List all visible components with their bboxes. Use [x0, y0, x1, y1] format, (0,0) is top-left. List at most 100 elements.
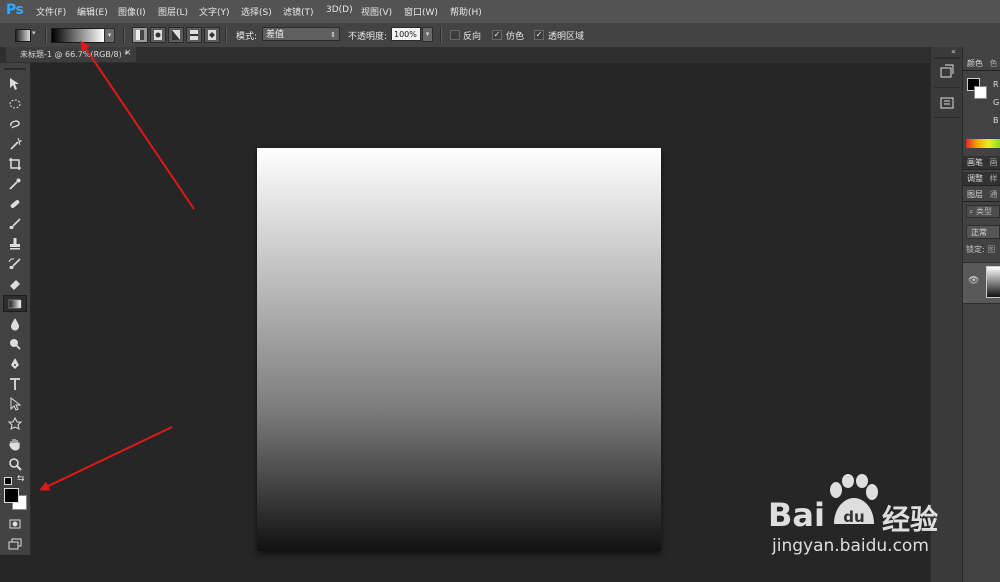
tab-brush-label: 画笔 — [967, 158, 983, 167]
layer-filter-label: 类型 — [976, 207, 993, 216]
move-tool-icon[interactable] — [3, 75, 27, 92]
document-canvas[interactable] — [257, 148, 661, 551]
opacity-dropdown-button[interactable]: ▾ — [422, 27, 433, 42]
marquee-tool-icon[interactable] — [3, 95, 27, 112]
eraser-tool-icon[interactable] — [3, 275, 27, 292]
menu-edit[interactable]: 编辑(E) — [77, 5, 108, 18]
zoom-tool-icon[interactable] — [3, 455, 27, 472]
options-bar: ▾ ▾ 模式: 差值 ⇕ 不透明度: 100% ▾ 反向 ✓ 仿色 ✓ 透明区域 — [0, 22, 1000, 48]
dither-label: 仿色 — [506, 32, 525, 42]
menu-view[interactable]: 视图(V) — [361, 5, 392, 18]
healing-brush-tool-icon[interactable] — [3, 195, 27, 212]
panel-background-swatch[interactable] — [974, 86, 987, 99]
tab-styles-label: 样 — [989, 174, 998, 183]
gradient-dropdown-button[interactable]: ▾ — [104, 28, 115, 43]
pen-tool-icon[interactable] — [3, 355, 27, 372]
lock-label: 锁定: — [966, 245, 985, 254]
annotation-arrow-gradient-picker — [80, 40, 195, 210]
tab-color[interactable]: 颜色 色 — [963, 57, 1000, 71]
linear-gradient-button[interactable] — [132, 27, 148, 43]
angle-gradient-button[interactable] — [168, 27, 184, 43]
tab-swatches-label: 色 — [989, 59, 998, 68]
menu-window[interactable]: 窗口(W) — [404, 5, 438, 18]
tab-color-label: 颜色 — [967, 59, 983, 68]
hand-tool-icon[interactable] — [3, 435, 27, 452]
blur-tool-icon[interactable] — [3, 315, 27, 332]
expand-panels-icon[interactable]: « — [951, 47, 956, 56]
eyedropper-tool-icon[interactable] — [3, 175, 27, 192]
crop-tool-icon[interactable] — [3, 155, 27, 172]
type-tool-icon[interactable] — [3, 375, 27, 392]
gradient-tool-icon[interactable] — [3, 295, 27, 312]
watermark-url: jingyan.baidu.com — [772, 536, 929, 556]
baidu-jingyan-watermark: Bai du 经验 jingyan.baidu.com — [768, 472, 988, 556]
color-spectrum-bar[interactable] — [966, 139, 1000, 148]
document-tab[interactable]: 未标题-1 @ 66.7%(RGB/8) * — [6, 47, 136, 62]
menu-type[interactable]: 文字(Y) — [199, 5, 230, 18]
menu-filter[interactable]: 滤镜(T) — [283, 5, 314, 18]
brush-tool-icon[interactable] — [3, 215, 27, 232]
radial-gradient-button[interactable] — [150, 27, 166, 43]
tab-channels-label: 通 — [989, 190, 998, 199]
chevron-updown-icon: ⇕ — [330, 31, 336, 39]
layer-blend-mode-select[interactable]: 正常 — [966, 225, 1000, 239]
tab-brush-presets-label: 画 — [989, 158, 998, 167]
menu-layer[interactable]: 图层(L) — [158, 5, 188, 18]
transparency-checkbox[interactable]: ✓ — [534, 30, 544, 40]
toolbox: ⇆ — [0, 63, 31, 555]
baidu-paw-icon: du — [830, 474, 878, 526]
tab-adjustments[interactable]: 调整 样 — [963, 172, 1000, 186]
menu-image[interactable]: 图像(I) — [118, 5, 146, 18]
watermark-bai-text: Bai — [768, 496, 825, 534]
blend-mode-select[interactable]: 差值 ⇕ — [262, 27, 340, 41]
opacity-input[interactable]: 100% — [391, 27, 421, 41]
opacity-label: 不透明度: — [348, 32, 388, 42]
color-b-label: B — [993, 116, 999, 125]
default-colors-icon[interactable] — [4, 477, 12, 485]
toolbox-grip — [4, 68, 26, 70]
chevron-down-icon[interactable]: ▾ — [32, 29, 36, 37]
reverse-checkbox[interactable] — [450, 30, 460, 40]
mode-label: 模式: — [236, 32, 258, 42]
color-r-label: R — [993, 80, 999, 89]
gradient-tool-preset-icon[interactable] — [15, 29, 31, 42]
eye-icon[interactable]: 👁 — [968, 276, 979, 286]
tab-layers-label: 图层 — [967, 190, 983, 199]
swap-colors-icon[interactable]: ⇆ — [17, 474, 25, 484]
reverse-label: 反向 — [463, 32, 482, 42]
screen-mode-icon[interactable] — [3, 535, 27, 552]
shape-tool-icon[interactable] — [3, 415, 27, 432]
history-panel-icon[interactable] — [939, 64, 955, 83]
lock-row: 锁定: 图 — [966, 244, 995, 255]
menu-select[interactable]: 选择(S) — [241, 5, 272, 18]
properties-panel-icon[interactable] — [939, 95, 955, 114]
gradient-picker[interactable] — [51, 28, 105, 43]
diamond-gradient-button[interactable] — [204, 27, 220, 43]
reflected-gradient-button[interactable] — [186, 27, 202, 43]
lock-transparent-pixels-label: 图 — [987, 245, 996, 254]
color-g-label: G — [993, 98, 1000, 107]
document-tab-close-icon[interactable]: × — [124, 48, 132, 58]
panel-grip — [934, 57, 960, 59]
clone-stamp-tool-icon[interactable] — [3, 235, 27, 252]
lasso-tool-icon[interactable] — [3, 115, 27, 132]
layer-filter-select[interactable]: ⌕ 类型 — [966, 205, 1000, 218]
watermark-jingyan-text: 经验 — [882, 503, 939, 536]
panel-divider — [934, 87, 960, 88]
foreground-color-swatch[interactable] — [4, 488, 19, 503]
dodge-tool-icon[interactable] — [3, 335, 27, 352]
search-icon: ⌕ — [969, 207, 977, 216]
tab-layers[interactable]: 图层 通 — [963, 188, 1000, 202]
quick-mask-icon[interactable] — [3, 515, 27, 532]
magic-wand-tool-icon[interactable] — [3, 135, 27, 152]
history-brush-tool-icon[interactable] — [3, 255, 27, 272]
path-selection-tool-icon[interactable] — [3, 395, 27, 412]
document-tab-bar — [0, 47, 930, 63]
dither-checkbox[interactable]: ✓ — [492, 30, 502, 40]
menu-help[interactable]: 帮助(H) — [450, 5, 482, 18]
svg-text:du: du — [843, 508, 864, 526]
menu-file[interactable]: 文件(F) — [36, 5, 66, 18]
tab-brush[interactable]: 画笔 画 — [963, 156, 1000, 170]
menu-3d[interactable]: 3D(D) — [326, 5, 353, 15]
transparency-label: 透明区域 — [548, 32, 585, 42]
